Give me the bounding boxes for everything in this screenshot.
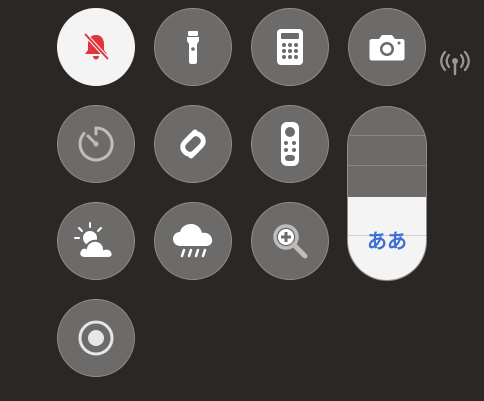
screen-recording-button[interactable] [57,299,135,377]
calculator-button[interactable] [251,8,329,86]
magnifier-plus-icon [273,224,308,259]
record-icon [78,320,114,356]
bell-slash-icon [83,32,110,61]
antenna-signal-icon [440,50,470,76]
slider-step-divider [348,165,426,166]
weather-partly-cloudy-button[interactable] [57,202,135,280]
text-size-label: ああ [367,229,407,253]
calculator-icon [277,29,303,65]
magnifier-button[interactable] [251,202,329,280]
camera-icon [369,35,405,61]
partly-cloudy-icon [74,222,114,259]
flashlight-icon [187,31,199,64]
timer-icon [78,126,114,162]
weather-rain-button[interactable] [154,202,232,280]
flashlight-button[interactable] [154,8,232,86]
text-size-slider[interactable]: ああ [347,106,427,281]
shazam-button[interactable] [154,105,232,183]
silent-mode-button[interactable] [57,8,135,86]
shazam-icon [180,129,206,159]
cloud-rain-icon [173,224,213,258]
slider-step-divider [348,135,426,136]
remote-icon [281,122,299,166]
camera-button[interactable] [348,8,426,86]
apple-tv-remote-button[interactable] [251,105,329,183]
timer-button[interactable] [57,105,135,183]
